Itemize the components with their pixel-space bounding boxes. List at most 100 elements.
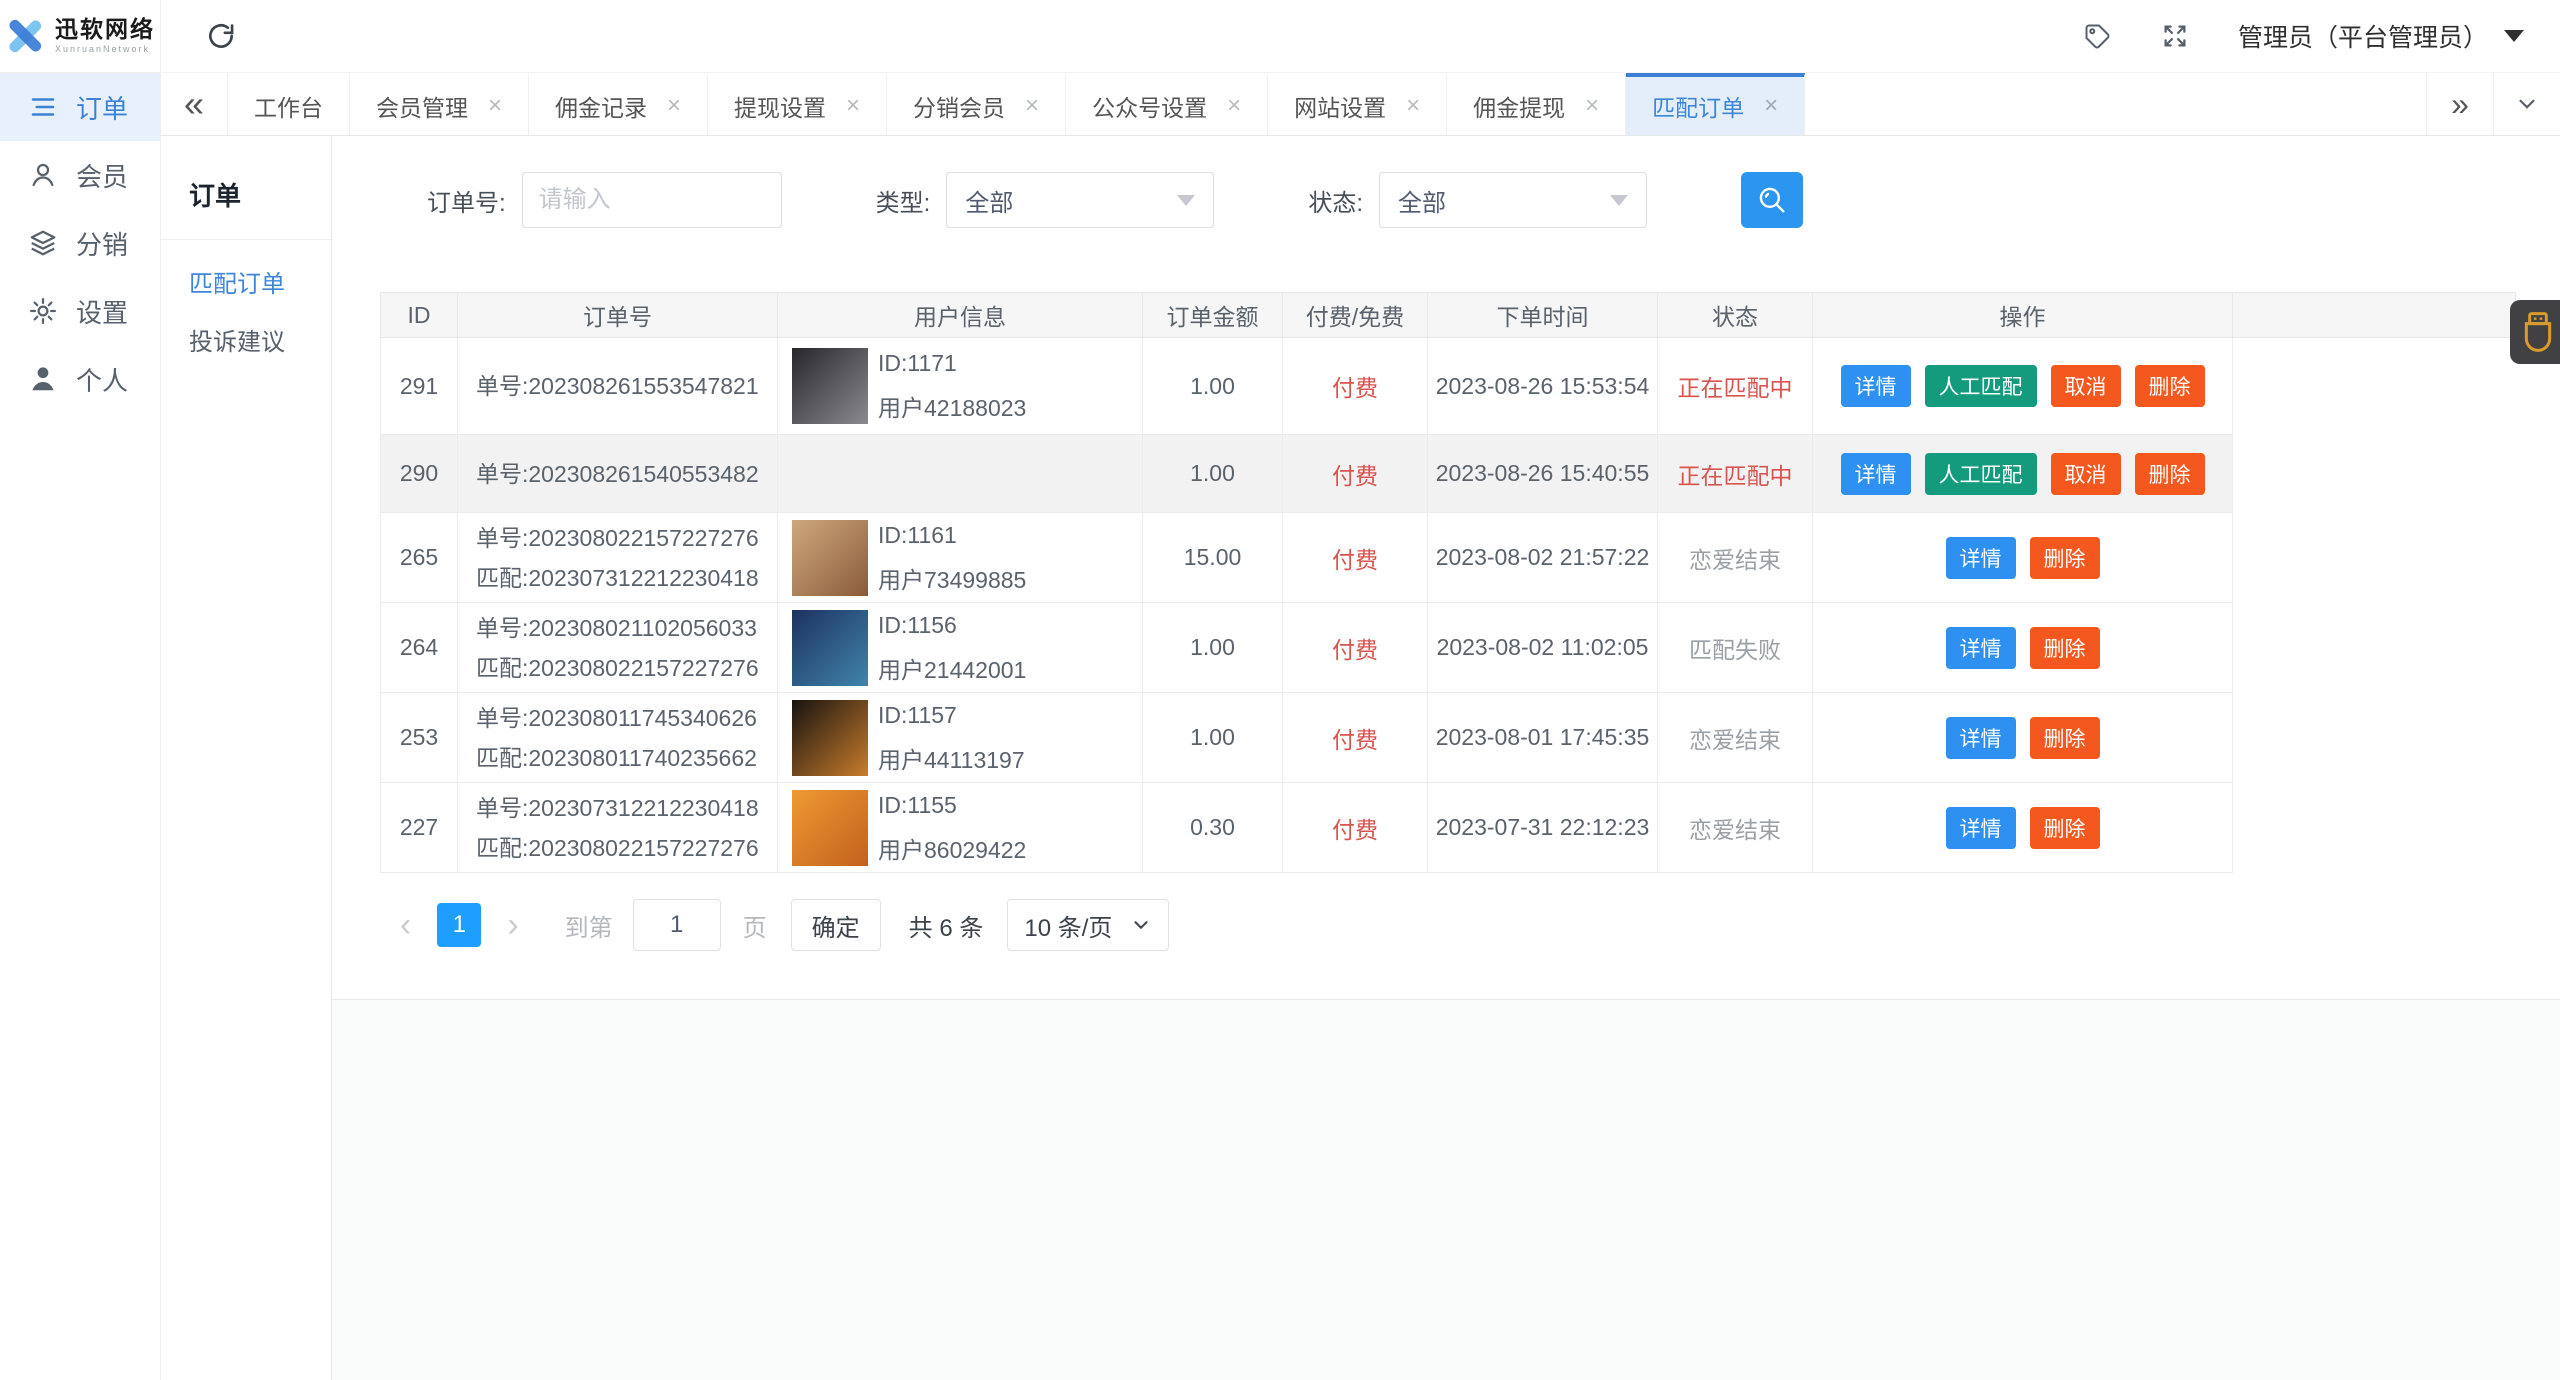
table-row: 291单号:202308261553547821ID:1171用户4218802…: [381, 338, 2516, 435]
tag-icon[interactable]: [2082, 21, 2112, 51]
action-button-删除[interactable]: 删除: [2030, 807, 2100, 849]
prev-page-button[interactable]: ‹: [394, 907, 417, 943]
user-avatar: [792, 790, 868, 866]
type-select[interactable]: 全部: [946, 172, 1214, 228]
refresh-button[interactable]: [205, 20, 237, 52]
fullscreen-icon[interactable]: [2160, 21, 2190, 51]
action-button-删除[interactable]: 删除: [2030, 717, 2100, 759]
sidebar-item-设置[interactable]: 设置: [0, 277, 160, 345]
tab-close-icon[interactable]: ×: [1764, 92, 1778, 120]
action-button-详情[interactable]: 详情: [1946, 717, 2016, 759]
sidebar-item-分销[interactable]: 分销: [0, 209, 160, 277]
page-size-value: 10 条/页: [1024, 908, 1112, 943]
order-no-line: 单号:202308261553547821: [476, 366, 777, 406]
sidebar-item-label: 个人: [76, 361, 128, 398]
admin-user-menu[interactable]: 管理员（平台管理员）: [2238, 18, 2524, 54]
tab-匹配订单[interactable]: 匹配订单×: [1626, 73, 1805, 135]
tab-close-icon[interactable]: ×: [1227, 92, 1241, 120]
type-label: 类型:: [876, 183, 931, 218]
submenu-list: 匹配订单投诉建议: [161, 252, 331, 368]
sidebar-item-会员[interactable]: 会员: [0, 141, 160, 209]
sidebar-item-个人[interactable]: 个人: [0, 345, 160, 413]
status-select-value: 全部: [1398, 183, 1446, 218]
cell-pay-type: 付费: [1283, 338, 1428, 435]
tab-label: 分销会员: [913, 89, 1005, 123]
tab-close-icon[interactable]: ×: [488, 92, 502, 120]
action-button-详情[interactable]: 详情: [1841, 365, 1911, 407]
page-number-active[interactable]: 1: [437, 903, 481, 947]
page-size-select[interactable]: 10 条/页: [1007, 899, 1169, 951]
action-button-详情[interactable]: 详情: [1946, 627, 2016, 669]
user-info: ID:1161用户73499885: [778, 520, 1142, 596]
order-no-line: 匹配:202307312212230418: [476, 558, 777, 598]
status-select[interactable]: 全部: [1379, 172, 1647, 228]
cell-pay-type: 付费: [1283, 603, 1428, 693]
logo-subtitle: XunruanNetwork: [55, 45, 155, 54]
action-button-删除[interactable]: 删除: [2135, 453, 2205, 495]
table-row: 227单号:202307312212230418匹配:2023080221572…: [381, 783, 2516, 873]
next-page-button[interactable]: ›: [501, 907, 524, 943]
action-button-详情[interactable]: 详情: [1841, 453, 1911, 495]
table-row: 253单号:202308011745340626匹配:2023080117402…: [381, 693, 2516, 783]
cell-actions: 详情人工匹配取消删除: [1813, 338, 2233, 435]
tab-label: 公众号设置: [1092, 89, 1207, 123]
tab-close-icon[interactable]: ×: [846, 92, 860, 120]
order-no-input[interactable]: [522, 172, 782, 228]
action-button-删除[interactable]: 删除: [2135, 365, 2205, 407]
table-header-row: ID订单号用户信息订单金额付费/免费下单时间状态操作: [381, 293, 2516, 338]
member-icon: [28, 160, 58, 190]
goto-page-input[interactable]: [633, 899, 721, 951]
user-name: 用户73499885: [878, 569, 1026, 592]
tab-overflow-button[interactable]: »: [2426, 73, 2493, 135]
column-header-操作: 操作: [1813, 293, 2233, 338]
user-id: ID:1155: [878, 794, 1026, 817]
cell-status: 恋爱结束: [1658, 513, 1813, 603]
action-button-详情[interactable]: 详情: [1946, 807, 2016, 849]
tab-会员管理[interactable]: 会员管理×: [350, 73, 529, 135]
tab-工作台[interactable]: 工作台: [228, 73, 350, 135]
side-floating-widget[interactable]: [2510, 300, 2560, 364]
sidebar-item-订单[interactable]: 订单: [0, 73, 160, 141]
collapse-tabs-button[interactable]: «: [161, 73, 228, 135]
chevron-down-icon: [1130, 914, 1152, 936]
cell-amount: 1.00: [1143, 603, 1283, 693]
main-content: 订单号: 类型: 全部 状态: 全部: [332, 136, 2560, 1380]
tab-close-icon[interactable]: ×: [667, 92, 681, 120]
user-name: 用户42188023: [878, 397, 1026, 420]
pagination: ‹ 1 › 到第 页 确定 共 6 条 10 条/页: [380, 893, 2560, 957]
action-button-详情[interactable]: 详情: [1946, 537, 2016, 579]
tab-分销会员[interactable]: 分销会员 ×: [887, 73, 1066, 135]
search-button[interactable]: [1741, 172, 1803, 228]
submenu-item-匹配订单[interactable]: 匹配订单: [161, 252, 331, 310]
action-button-取消[interactable]: 取消: [2051, 365, 2121, 407]
goto-confirm-button[interactable]: 确定: [791, 899, 881, 951]
tab-公众号设置[interactable]: 公众号设置 ×: [1066, 73, 1268, 135]
column-header-订单金额: 订单金额: [1143, 293, 1283, 338]
logo-x-icon: [5, 16, 45, 56]
cell-user-info: ID:1171用户42188023: [778, 338, 1143, 435]
tab-佣金提现[interactable]: 佣金提现 ×: [1447, 73, 1626, 135]
user-id: ID:1157: [878, 704, 1025, 727]
user-text: ID:1156用户21442001: [878, 614, 1026, 682]
tab-close-icon[interactable]: ×: [1585, 92, 1599, 120]
action-button-取消[interactable]: 取消: [2051, 453, 2121, 495]
user-info: ID:1156用户21442001: [778, 610, 1142, 686]
action-button-删除[interactable]: 删除: [2030, 627, 2100, 669]
tab-label: 佣金提现: [1473, 89, 1565, 123]
cell-pay-type: 付费: [1283, 435, 1428, 513]
tab-menu-button[interactable]: [2493, 73, 2560, 135]
submenu-item-投诉建议[interactable]: 投诉建议: [161, 310, 331, 368]
tab-提现设置[interactable]: 提现设置×: [708, 73, 887, 135]
action-button-人工匹配[interactable]: 人工匹配: [1925, 365, 2037, 407]
cell-pay-type: 付费: [1283, 783, 1428, 873]
tab-close-icon[interactable]: ×: [1025, 92, 1039, 120]
top-header: 管理员（平台管理员）: [161, 0, 2560, 73]
tab-网站设置[interactable]: 网站设置×: [1268, 73, 1447, 135]
orders-table: ID订单号用户信息订单金额付费/免费下单时间状态操作 291单号:2023082…: [380, 292, 2516, 873]
cell-order-time: 2023-08-02 11:02:05: [1428, 603, 1658, 693]
action-button-人工匹配[interactable]: 人工匹配: [1925, 453, 2037, 495]
tab-close-icon[interactable]: ×: [1406, 92, 1420, 120]
action-button-删除[interactable]: 删除: [2030, 537, 2100, 579]
tab-佣金记录[interactable]: 佣金记录×: [529, 73, 708, 135]
cell-user-info: [778, 435, 1143, 513]
